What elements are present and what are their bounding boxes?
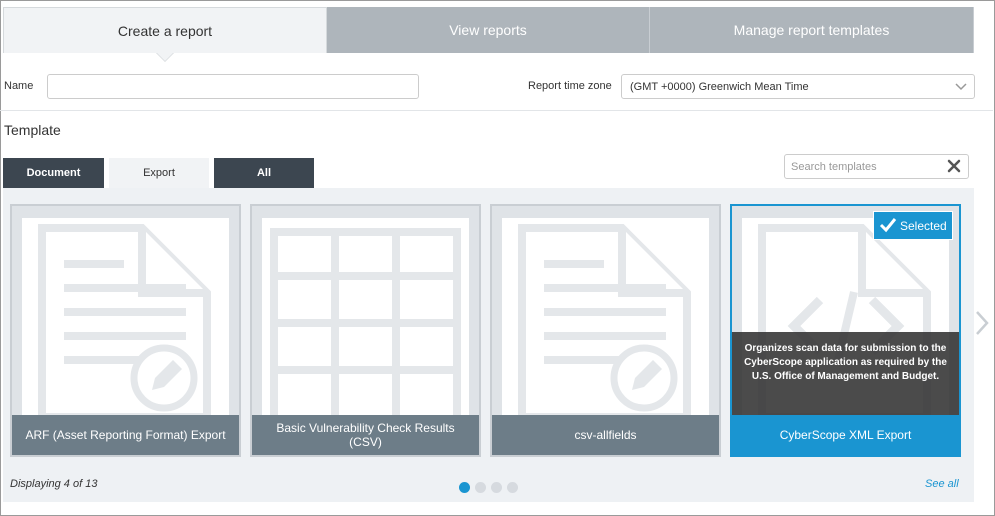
template-card-arf[interactable]: ARF (Asset Reporting Format) Export — [10, 204, 241, 457]
pagination-status: Displaying 4 of 13 — [10, 478, 98, 490]
top-tab-bar: Create a report View reports Manage repo… — [3, 7, 974, 62]
template-card-name: CyberScope XML Export — [732, 415, 959, 455]
template-card-cyberscope-xml[interactable]: Organizes scan data for submission to th… — [730, 204, 961, 457]
page-dot[interactable] — [459, 482, 470, 493]
template-card-basic-vuln-csv[interactable]: Basic Vulnerability Check Results (CSV) — [250, 204, 481, 457]
page-dot[interactable] — [475, 482, 486, 493]
name-input[interactable] — [47, 74, 419, 99]
tab-create-report[interactable]: Create a report — [3, 7, 327, 62]
search-placeholder: Search templates — [791, 160, 877, 173]
chevron-right-icon[interactable] — [972, 308, 992, 338]
page-dot[interactable] — [491, 482, 502, 493]
divider — [0, 110, 993, 111]
chevron-down-icon — [955, 83, 967, 91]
template-heading: Template — [4, 122, 61, 138]
timezone-value: (GMT +0000) Greenwich Mean Time — [630, 80, 809, 93]
tab-manage-report-templates[interactable]: Manage report templates — [650, 7, 974, 53]
template-card-name: csv-allfields — [492, 415, 719, 455]
template-card-csv-allfields[interactable]: csv-allfields — [490, 204, 721, 457]
tab-document[interactable]: Document — [3, 158, 104, 188]
timezone-select[interactable]: (GMT +0000) Greenwich Mean Time — [621, 74, 975, 99]
document-edit-icon — [502, 218, 709, 421]
template-card-name: ARF (Asset Reporting Format) Export — [12, 415, 239, 455]
checkmark-icon — [879, 218, 897, 233]
template-description-tooltip: Organizes scan data for submission to th… — [732, 332, 959, 416]
clear-icon[interactable] — [946, 158, 962, 174]
selected-badge-label: Selected — [900, 218, 947, 233]
timezone-label: Report time zone — [528, 80, 612, 92]
name-label: Name — [4, 80, 34, 92]
see-all-link[interactable]: See all — [925, 478, 959, 490]
page-dot[interactable] — [507, 482, 518, 493]
pagination-dots — [459, 482, 518, 493]
document-edit-icon — [22, 218, 229, 421]
tab-export[interactable]: Export — [109, 158, 209, 188]
tab-all[interactable]: All — [214, 158, 314, 188]
search-templates-field[interactable]: Search templates — [784, 154, 969, 179]
template-card-name: Basic Vulnerability Check Results (CSV) — [252, 415, 479, 455]
selected-badge: Selected — [873, 211, 953, 240]
spreadsheet-grid-icon — [262, 218, 469, 426]
tab-view-reports[interactable]: View reports — [327, 7, 650, 53]
